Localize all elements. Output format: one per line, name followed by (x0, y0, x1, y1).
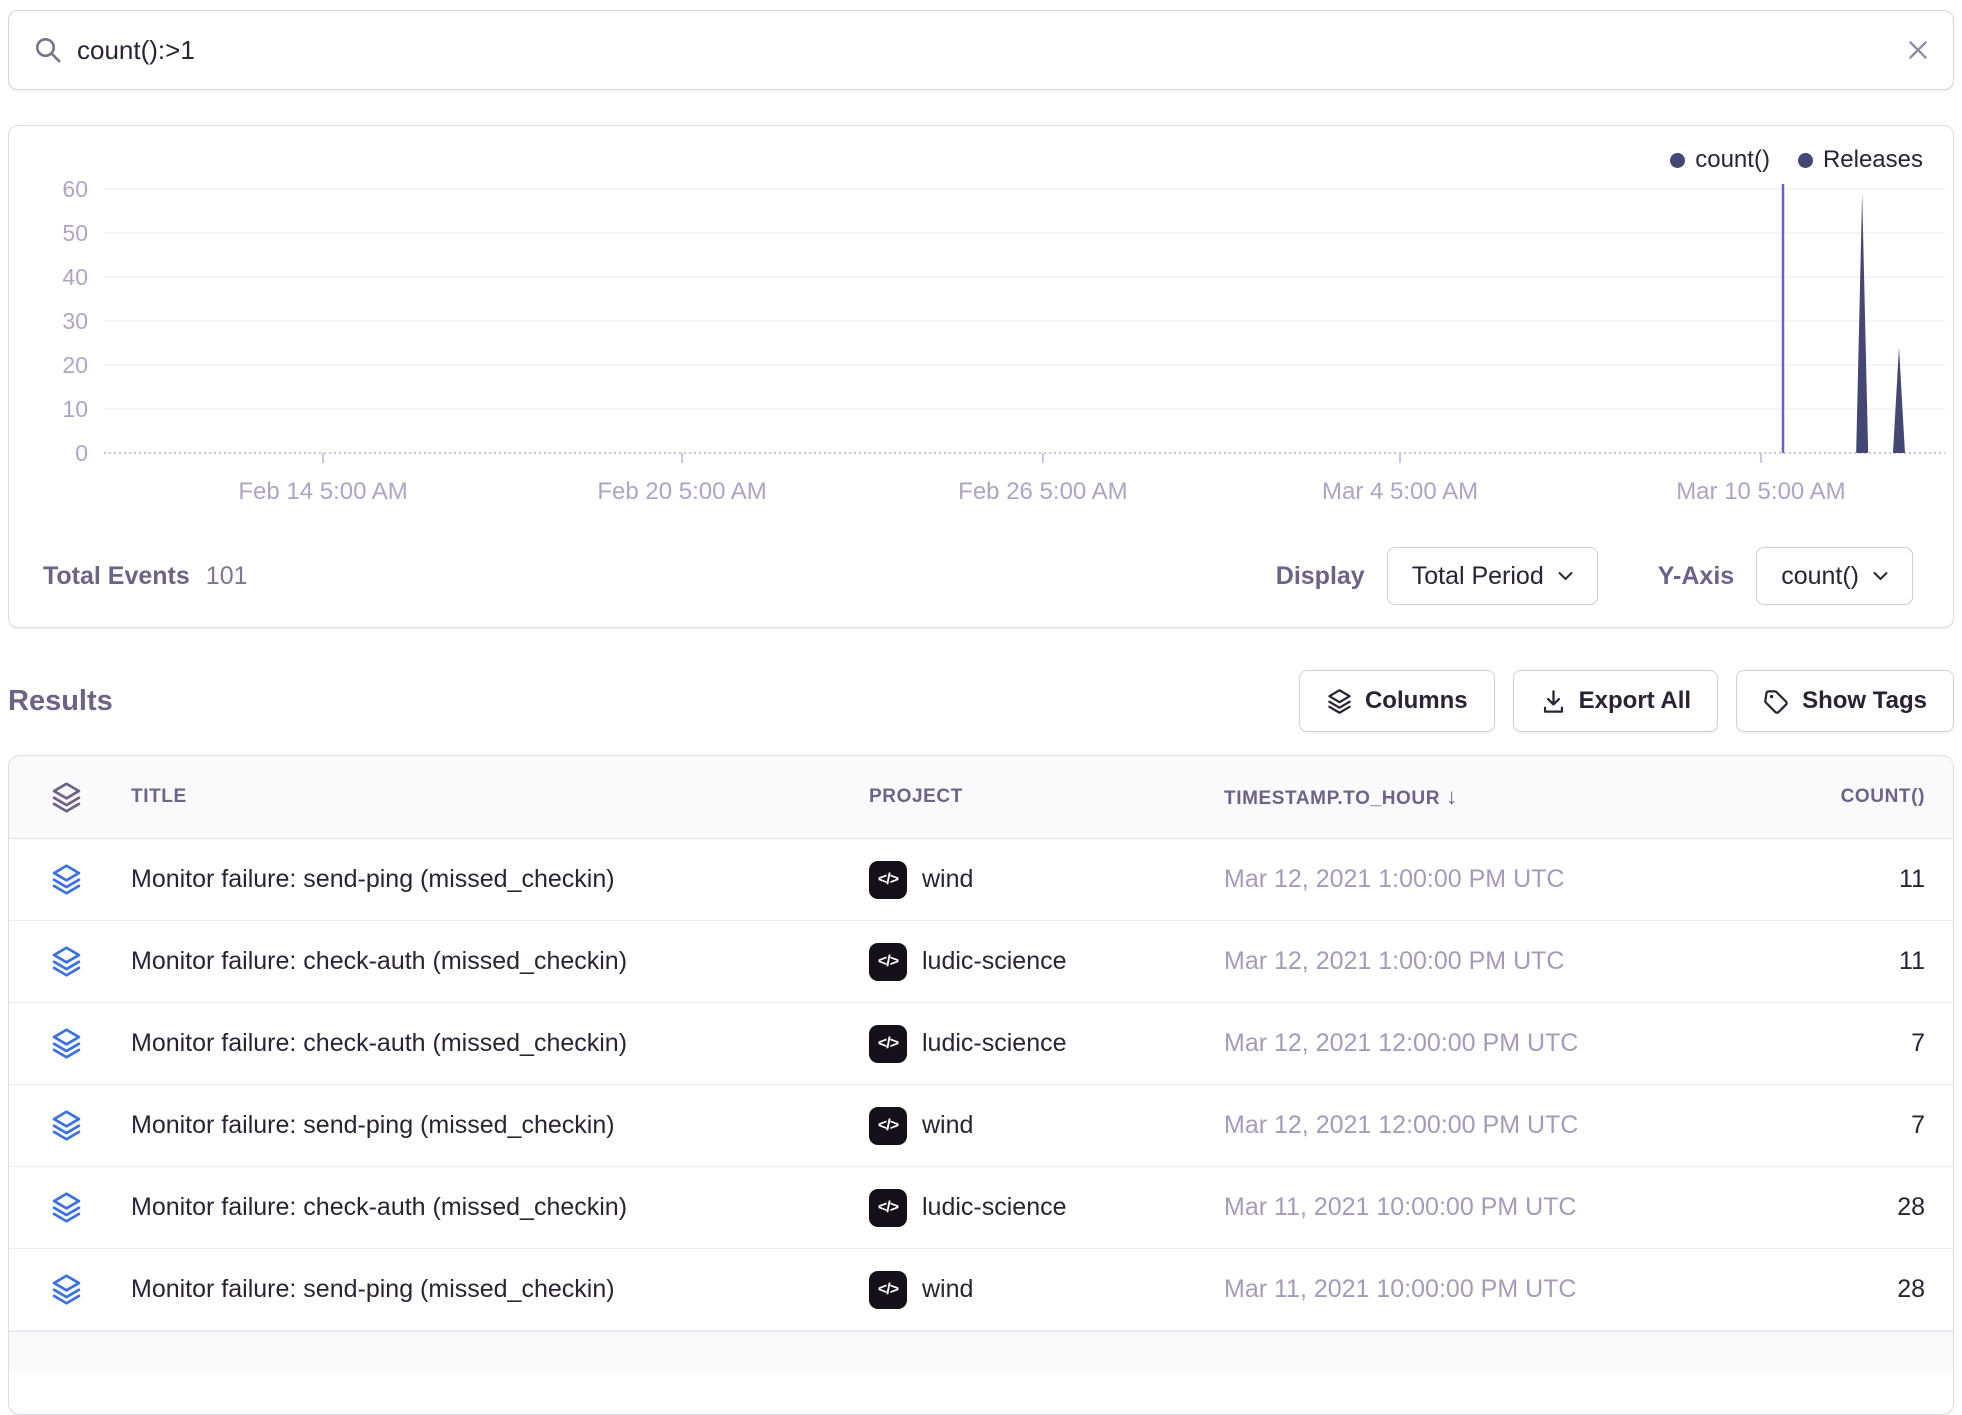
svg-text:40: 40 (62, 264, 88, 290)
project-name: wind (922, 1111, 973, 1140)
layers-icon (50, 1273, 83, 1306)
project-cell: </> ludic-science (869, 943, 1224, 981)
timestamp-value: Mar 11, 2021 10:00:00 PM UTC (1224, 1275, 1724, 1304)
project-cell: </> wind (869, 1107, 1224, 1145)
layers-icon (50, 781, 83, 814)
display-select-value: Total Period (1412, 562, 1544, 591)
display-label: Display (1276, 562, 1365, 591)
count-value: 11 (1724, 947, 1925, 976)
sort-descending-icon: ↓ (1446, 784, 1458, 809)
project-name: ludic-science (922, 1193, 1067, 1222)
total-events-value: 101 (206, 562, 248, 591)
download-icon (1540, 688, 1567, 715)
svg-text:Feb 20 5:00 AM: Feb 20 5:00 AM (597, 478, 766, 505)
table-header-row: TITLE PROJECT TIMESTAMP.TO_HOUR↓ COUNT() (9, 756, 1953, 839)
timestamp-value: Mar 12, 2021 1:00:00 PM UTC (1224, 947, 1724, 976)
count-value: 28 (1724, 1275, 1925, 1304)
project-name: ludic-science (922, 1029, 1067, 1058)
count-value: 28 (1724, 1193, 1925, 1222)
code-platform-icon: </> (869, 861, 907, 899)
yaxis-label: Y-Axis (1658, 562, 1734, 591)
column-header-title[interactable]: TITLE (131, 786, 869, 808)
table-footer (9, 1331, 1953, 1371)
code-platform-icon: </> (869, 1025, 907, 1063)
results-heading: Results (8, 685, 113, 718)
table-row[interactable]: Monitor failure: send-ping (missed_check… (9, 1249, 1953, 1331)
layers-icon (50, 945, 83, 978)
yaxis-select-value: count() (1781, 562, 1859, 591)
svg-text:Feb 26 5:00 AM: Feb 26 5:00 AM (958, 478, 1127, 505)
layers-icon (1326, 688, 1353, 715)
svg-text:Feb 14 5:00 AM: Feb 14 5:00 AM (238, 478, 407, 505)
column-header-count[interactable]: COUNT() (1724, 786, 1925, 808)
events-over-time-chart: 0 10 20 30 40 50 60 Feb 14 5:00 AM Feb 20 5:00 A… (9, 126, 1953, 546)
chevron-down-icon (1873, 571, 1888, 581)
code-platform-icon: </> (869, 943, 907, 981)
events-chart-panel: count() Releases 0102030405060Feb 14 5:0… (8, 125, 1954, 628)
display-select[interactable]: Total Period (1387, 547, 1598, 605)
project-name: wind (922, 1275, 973, 1304)
chevron-down-icon (1558, 571, 1573, 581)
project-name: ludic-science (922, 947, 1067, 976)
svg-text:0: 0 (75, 440, 88, 466)
timestamp-value: Mar 12, 2021 1:00:00 PM UTC (1224, 865, 1724, 894)
show-tags-button-label: Show Tags (1802, 687, 1927, 715)
svg-text:10: 10 (62, 396, 88, 422)
column-header-project[interactable]: PROJECT (869, 786, 1224, 808)
table-row[interactable]: Monitor failure: send-ping (missed_check… (9, 1085, 1953, 1167)
svg-text:Mar 4 5:00 AM: Mar 4 5:00 AM (1322, 478, 1478, 505)
layers-icon (50, 863, 83, 896)
timestamp-value: Mar 11, 2021 10:00:00 PM UTC (1224, 1193, 1724, 1222)
project-cell: </> wind (869, 1271, 1224, 1309)
event-title-link[interactable]: Monitor failure: send-ping (missed_check… (131, 1111, 869, 1140)
svg-text:Mar 10 5:00 AM: Mar 10 5:00 AM (1676, 478, 1845, 505)
search-icon (33, 35, 63, 65)
results-table: TITLE PROJECT TIMESTAMP.TO_HOUR↓ COUNT()… (8, 755, 1954, 1415)
columns-button[interactable]: Columns (1299, 670, 1495, 732)
event-title-link[interactable]: Monitor failure: check-auth (missed_chec… (131, 1193, 869, 1222)
project-cell: </> wind (869, 861, 1224, 899)
timestamp-value: Mar 12, 2021 12:00:00 PM UTC (1224, 1111, 1724, 1140)
code-platform-icon: </> (869, 1271, 907, 1309)
event-title-link[interactable]: Monitor failure: check-auth (missed_chec… (131, 1029, 869, 1058)
count-value: 7 (1724, 1111, 1925, 1140)
count-value: 7 (1724, 1029, 1925, 1058)
export-all-button[interactable]: Export All (1513, 670, 1718, 732)
event-title-link[interactable]: Monitor failure: send-ping (missed_check… (131, 865, 869, 894)
results-toolbar: Results Columns Export All Show Tags (8, 668, 1954, 734)
event-title-link[interactable]: Monitor failure: send-ping (missed_check… (131, 1275, 869, 1304)
layers-icon (50, 1191, 83, 1224)
svg-text:50: 50 (62, 220, 88, 246)
table-row[interactable]: Monitor failure: check-auth (missed_chec… (9, 1167, 1953, 1249)
project-cell: </> ludic-science (869, 1025, 1224, 1063)
project-name: wind (922, 865, 973, 894)
svg-text:60: 60 (62, 176, 88, 202)
close-icon[interactable] (1905, 37, 1931, 63)
timestamp-value: Mar 12, 2021 12:00:00 PM UTC (1224, 1029, 1724, 1058)
search-input[interactable] (77, 35, 1905, 66)
table-row[interactable]: Monitor failure: check-auth (missed_chec… (9, 921, 1953, 1003)
code-platform-icon: </> (869, 1189, 907, 1227)
project-cell: </> ludic-science (869, 1189, 1224, 1227)
event-title-link[interactable]: Monitor failure: check-auth (missed_chec… (131, 947, 869, 976)
layers-icon (50, 1109, 83, 1142)
search-bar (8, 10, 1954, 90)
columns-button-label: Columns (1365, 687, 1468, 715)
svg-text:30: 30 (62, 308, 88, 334)
tag-icon (1763, 688, 1790, 715)
count-value: 11 (1724, 865, 1925, 894)
svg-text:20: 20 (62, 352, 88, 378)
total-events-label: Total Events (43, 562, 190, 591)
yaxis-select[interactable]: count() (1756, 547, 1913, 605)
table-row[interactable]: Monitor failure: send-ping (missed_check… (9, 839, 1953, 921)
show-tags-button[interactable]: Show Tags (1736, 670, 1954, 732)
export-all-button-label: Export All (1579, 687, 1691, 715)
column-header-timestamp[interactable]: TIMESTAMP.TO_HOUR↓ (1224, 784, 1724, 810)
chart-footer: Total Events 101 Display Total Period Y-… (43, 543, 1913, 609)
table-row[interactable]: Monitor failure: check-auth (missed_chec… (9, 1003, 1953, 1085)
layers-icon (50, 1027, 83, 1060)
code-platform-icon: </> (869, 1107, 907, 1145)
